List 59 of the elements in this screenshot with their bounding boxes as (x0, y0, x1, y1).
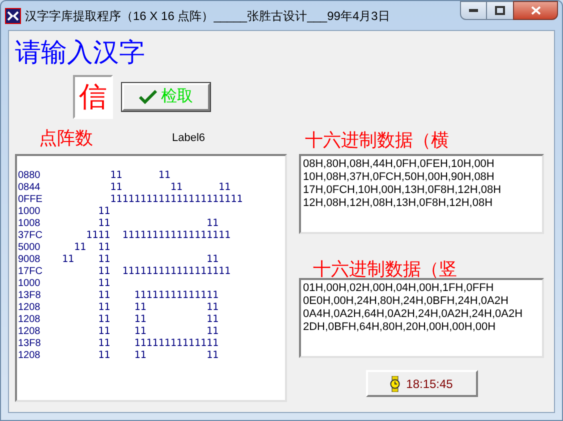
row-code: 0880 (18, 170, 42, 182)
dot-pattern: 11 11 (97, 218, 219, 230)
dot-pattern: 11 11 11 (62, 254, 219, 266)
placeholder-label: Label6 (172, 130, 206, 146)
minimize-button[interactable] (460, 1, 487, 20)
dot-pattern: 1111 111111111111111111 (85, 230, 231, 242)
dot-pattern: 11 11 11 (97, 326, 219, 338)
row-code: 13F8 (18, 338, 42, 350)
row-code: 0844 (18, 182, 42, 194)
row-code: 5000 (18, 242, 42, 254)
dot-pattern: 11 11 (73, 242, 110, 254)
hex-line: 08H,80H,08H,44H,0FH,0FEH,10H,00H (303, 158, 496, 171)
row-code: 1208 (18, 350, 42, 362)
dot-pattern: 11 (97, 206, 110, 218)
minimize-icon (469, 9, 478, 12)
row-code: 0FFE (18, 194, 44, 206)
hex-line: 0A4H,0A2H,64H,0A2H,24H,0A2H,24H,0A2H (303, 308, 524, 321)
dot-pattern: 11 11 11 (97, 302, 219, 314)
dot-pattern: 11 (97, 278, 110, 290)
close-icon (530, 6, 540, 15)
window-title: 汉字字库提取程序（16 X 16 点阵）_____张胜古设计___99年4月3日 (25, 8, 390, 24)
dot-pattern: 11 11111111111111 (97, 338, 219, 350)
row-code: 1208 (18, 302, 42, 314)
app-icon (5, 8, 21, 24)
maximize-icon (495, 6, 505, 15)
vertical-hex-textbox[interactable]: 01H,00H,02H,00H,04H,00H,1FH,0FFH 0E0H,00H,24H,80H,24H,0BFH,24H,0A2H 0A4H,0A2H,64H,0A2H,24H,0A2H,24H,0A2H 2DH,0BFH,64H,80H,20H,00H,00H,00H (299, 278, 544, 358)
prompt-heading: 请输入汉字 (15, 37, 146, 67)
checkmark-icon (139, 90, 157, 104)
hex-line: 01H,00H,02H,00H,04H,00H,1FH,0FFH (303, 282, 495, 295)
horizontal-hex-label: 十六进制数据（横 (305, 129, 450, 149)
row-code: 13F8 (18, 290, 42, 302)
row-code: 1008 (18, 218, 42, 230)
vertical-hex-label: 十六进制数据（竖 (313, 258, 458, 278)
hex-line: 17H,0FCH,10H,00H,13H,0F8H,12H,08H (303, 184, 502, 197)
hex-line: 12H,08H,12H,08H,13H,0F8H,12H,08H (303, 197, 494, 210)
dot-pattern: 11 11 11 (97, 314, 219, 326)
row-code: 1000 (18, 278, 42, 290)
row-code: 1000 (18, 206, 42, 218)
close-button[interactable] (513, 1, 558, 20)
row-code: 17FC (18, 266, 44, 278)
row-code: 1208 (18, 326, 42, 338)
row-code: 9008 (18, 254, 42, 266)
character-input-field[interactable]: 信 (73, 75, 113, 119)
dot-pattern: 11 11 11 (109, 182, 231, 194)
hex-line: 2DH,0BFH,64H,80H,20H,00H,00H,00H (303, 321, 497, 334)
row-code: 37FC (18, 230, 44, 242)
horizontal-hex-textbox[interactable]: 08H,80H,08H,44H,0FH,0FEH,10H,00H 10H,08H,37H,0FCH,50H,00H,90H,08H 17H,0FCH,10H,00H,13H,0F8H,12H,08H 12H,08H,12H,08H,13H,0F8H,12H,08H (299, 154, 544, 234)
dot-pattern: 11 11111111111111 (97, 290, 219, 302)
hex-line: 0E0H,00H,24H,80H,24H,0BFH,24H,0A2H (303, 295, 510, 308)
dot-pattern: 1111111111111111111111 (110, 194, 243, 206)
maximize-button[interactable] (487, 1, 513, 20)
clock-button[interactable]: 18:15:45 (366, 370, 478, 397)
row-code: 1208 (18, 314, 42, 326)
matrix-label: 点阵数 (39, 126, 94, 150)
hex-line: 10H,08H,37H,0FCH,50H,00H,90H,08H (303, 171, 496, 184)
watch-icon (390, 376, 400, 392)
dot-pattern: 11 11 11 (97, 350, 219, 362)
dot-pattern: 11 111111111111111111 (97, 266, 231, 278)
dot-pattern: 11 11 (109, 170, 170, 182)
